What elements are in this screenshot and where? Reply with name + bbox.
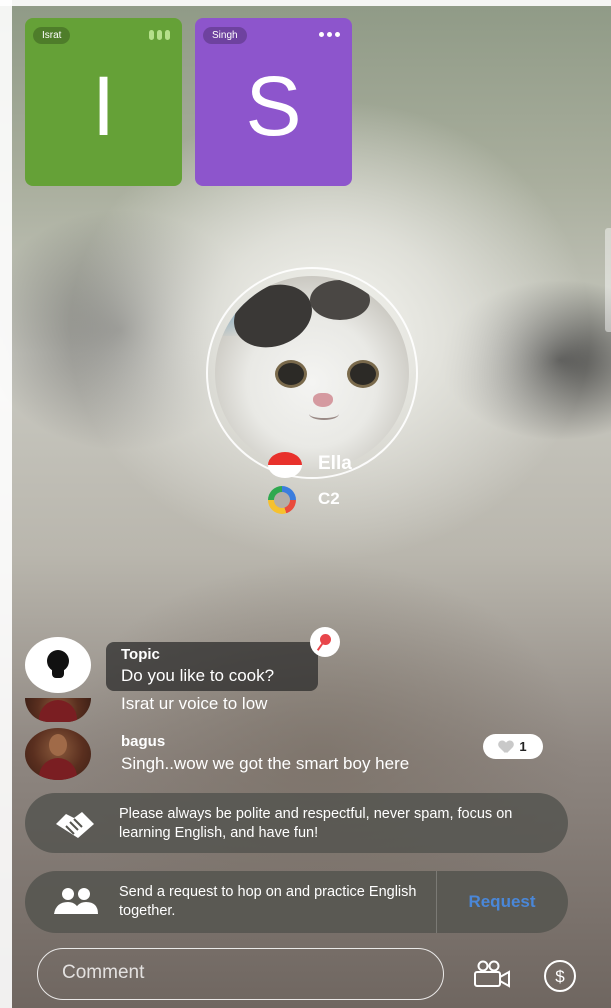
like-count: 1 [519, 739, 527, 754]
participant-initial: I [91, 59, 116, 153]
rules-notice-text: Please always be polite and respectful, … [119, 806, 513, 841]
pin-icon[interactable] [310, 627, 340, 657]
avatar-eye [275, 360, 307, 388]
more-options-icon[interactable] [319, 32, 340, 37]
chat-avatar[interactable] [25, 698, 91, 722]
heart-icon [499, 741, 513, 753]
chat-message-text: Singh..wow we got the smart boy here [121, 754, 410, 773]
avatar-eye [347, 360, 379, 388]
side-drawer-handle[interactable] [605, 228, 611, 332]
live-room-screen: Israt I Singh S Ella C2 Topic Do you lik… [0, 0, 611, 1008]
participant-name: Israt [33, 27, 71, 44]
request-button[interactable]: Request [446, 871, 558, 933]
people-icon [54, 888, 98, 914]
avatar-nose [313, 393, 333, 407]
participant-tile-israt[interactable]: Israt I [25, 18, 182, 186]
left-edge [0, 0, 12, 1008]
comment-placeholder: Comment [62, 962, 145, 983]
host-avatar[interactable] [215, 276, 409, 470]
participant-name: Singh [203, 27, 247, 44]
audio-level-icon [149, 30, 170, 40]
chat-author[interactable]: bagus [121, 733, 165, 750]
chat-message-text: Israt ur voice to low [121, 694, 268, 713]
level-badge-icon [268, 486, 296, 514]
host-name[interactable]: Ella [318, 453, 352, 475]
divider [436, 871, 437, 933]
participant-initial: S [245, 59, 302, 153]
video-camera-icon[interactable] [472, 960, 512, 988]
coin-icon[interactable]: $ [542, 958, 578, 994]
top-edge [0, 0, 611, 6]
avatar-fur-patch [310, 280, 370, 320]
participant-tile-singh[interactable]: Singh S [195, 18, 352, 186]
topic-text: Do you like to cook? [121, 666, 275, 685]
like-button[interactable]: 1 [483, 734, 543, 759]
topic-label: Topic [121, 646, 160, 663]
lightbulb-icon [25, 637, 91, 693]
request-description: Send a request to hop on and practice En… [119, 884, 417, 919]
host-level: C2 [318, 489, 340, 508]
svg-text:$: $ [555, 967, 565, 986]
handshake-icon [56, 812, 94, 838]
avatar-mouth [309, 408, 339, 420]
indonesia-flag-icon [268, 452, 302, 478]
chat-avatar[interactable] [25, 728, 91, 780]
